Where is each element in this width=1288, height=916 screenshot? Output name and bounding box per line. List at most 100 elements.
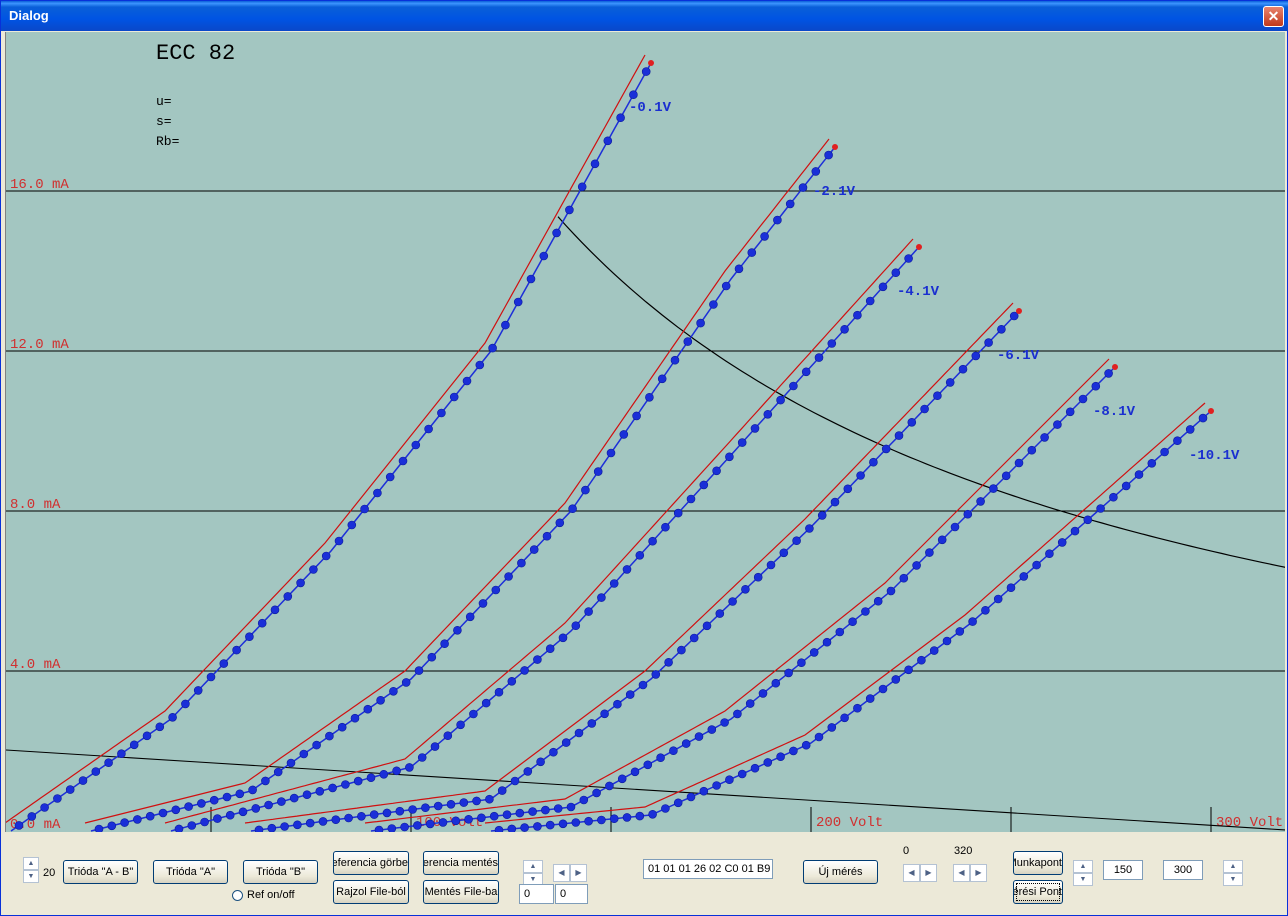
y-tick-label: 8.0 mA [10, 497, 61, 513]
data-point [296, 578, 305, 588]
data-point [376, 695, 385, 705]
ref-toggle-radio[interactable] [232, 890, 243, 901]
min-right-icon[interactable]: ▶ [920, 864, 937, 882]
title-bar[interactable]: Dialog ✕ [1, 1, 1288, 31]
data-point [797, 658, 806, 668]
spin-value-stepper[interactable]: ▲ ▼ [23, 857, 39, 883]
data-point [469, 709, 478, 719]
high-stepper[interactable]: ▲ ▼ [1223, 860, 1243, 886]
data-point [597, 815, 606, 825]
curve-label: -0.1V [629, 100, 672, 116]
data-point [925, 548, 934, 557]
data-point [827, 339, 837, 348]
field-a-input[interactable]: 0 [519, 884, 554, 904]
high-down-icon[interactable]: ▼ [1223, 873, 1243, 886]
measure-point-button[interactable]: Mérési Pont [1013, 880, 1063, 904]
data-point [1027, 445, 1037, 455]
data-point [669, 746, 678, 756]
data-point [174, 824, 184, 832]
save-to-file-button[interactable]: Mentés File-ba [423, 880, 499, 904]
max-left-icon[interactable]: ◀ [953, 864, 970, 882]
data-point [571, 818, 581, 827]
data-point [597, 593, 606, 602]
data-point [843, 484, 853, 494]
data-point [405, 763, 414, 772]
data-point [344, 813, 353, 823]
data-point [766, 560, 776, 570]
data-point [400, 822, 409, 832]
data-point [955, 627, 965, 636]
data-point [133, 815, 142, 824]
data-point [958, 364, 968, 374]
low-value-input[interactable]: 150 [1103, 860, 1143, 880]
range-min-arrows[interactable]: ◀ ▶ [903, 864, 937, 882]
new-measurement-button[interactable]: Új mérés [803, 860, 878, 884]
ref-save-button[interactable]: Referencia mentés [423, 851, 499, 875]
data-point [158, 808, 168, 818]
arrow-left-icon[interactable]: ◀ [553, 864, 570, 882]
field-arrows[interactable]: ◀ ▶ [553, 864, 587, 882]
data-point [942, 636, 952, 646]
data-point [848, 617, 857, 627]
data-point [1040, 433, 1049, 442]
data-point [438, 818, 448, 827]
high-value-input[interactable]: 300 [1163, 860, 1203, 880]
data-point [171, 805, 181, 815]
data-point [193, 686, 203, 695]
range-max-arrows[interactable]: ◀ ▶ [953, 864, 987, 882]
data-point [673, 508, 683, 518]
data-point [65, 785, 75, 794]
max-right-icon[interactable]: ▶ [970, 864, 987, 882]
ref-curve-button[interactable]: Referencia görbe [333, 851, 409, 875]
data-point [299, 749, 309, 759]
data-point [517, 558, 526, 568]
data-point [581, 485, 590, 495]
data-point [539, 251, 549, 261]
end-point [832, 144, 838, 150]
min-left-icon[interactable]: ◀ [903, 864, 920, 882]
hex-data-input[interactable]: 01 01 01 26 02 C0 01 B9 [643, 859, 773, 879]
close-button[interactable]: ✕ [1263, 6, 1284, 27]
low-stepper[interactable]: ▲ ▼ [1073, 860, 1093, 886]
spin-up-icon[interactable]: ▲ [23, 857, 39, 870]
data-point [792, 536, 801, 546]
triode-b-button[interactable]: Trióda "B" [243, 860, 318, 884]
data-point [881, 444, 891, 454]
spin-down-icon[interactable]: ▼ [23, 870, 39, 883]
data-point [603, 136, 613, 146]
data-point [785, 199, 795, 209]
high-up-icon[interactable]: ▲ [1223, 860, 1243, 873]
data-point [248, 785, 257, 795]
data-point [424, 424, 433, 434]
arrow-right-icon[interactable]: ▶ [570, 864, 587, 882]
field-stepper[interactable]: ▲ ▼ [523, 860, 543, 886]
data-point [571, 621, 581, 631]
data-point [485, 794, 494, 804]
param-rb: Rb= [156, 134, 180, 149]
data-point [617, 774, 627, 784]
data-point [648, 536, 657, 546]
data-point [824, 150, 833, 160]
reference-curve [6, 54, 646, 824]
data-point [840, 713, 849, 723]
data-point [686, 494, 696, 504]
data-point [475, 360, 485, 370]
data-point [273, 767, 283, 777]
data-point [558, 819, 568, 829]
data-point [801, 367, 811, 377]
field-b-input[interactable]: 0 [555, 884, 588, 904]
workpoint-button[interactable]: Munkapont [1013, 851, 1063, 875]
triode-a-button[interactable]: Trióda "A" [153, 860, 228, 884]
data-point [494, 687, 504, 697]
data-point [822, 637, 832, 647]
data-point [219, 659, 229, 668]
draw-from-file-button[interactable]: Rajzol File-ból [333, 880, 409, 904]
data-point [643, 760, 653, 770]
stepper-up-icon[interactable]: ▲ [523, 860, 543, 873]
low-up-icon[interactable]: ▲ [1073, 860, 1093, 873]
data-point [661, 804, 670, 813]
triode-ab-button[interactable]: Trióda "A - B" [63, 860, 138, 884]
data-point [776, 395, 785, 405]
low-down-icon[interactable]: ▼ [1073, 873, 1093, 886]
y-tick-label: 16.0 mA [10, 177, 69, 193]
